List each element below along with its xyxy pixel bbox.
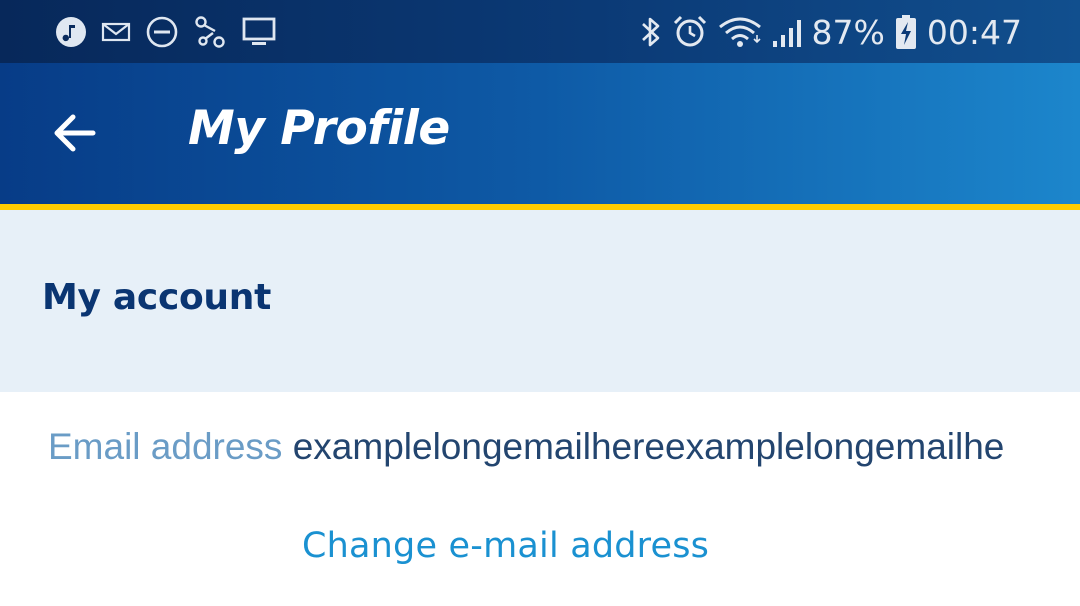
status-bar-system: 87% 00:47 — [630, 10, 1022, 54]
battery-percentage: 87% — [811, 12, 885, 52]
status-time: 00:47 — [926, 12, 1022, 52]
section-title: My account — [42, 277, 271, 318]
signal-icon — [772, 15, 802, 49]
wifi-icon — [718, 15, 762, 49]
bluetooth-icon — [640, 14, 662, 50]
email-value: examplelongemailhereexamplelongemailhe — [292, 426, 1005, 467]
app-bar: My Profile — [0, 63, 1080, 204]
email-row: Email address examplelongemailhereexampl… — [48, 424, 1040, 470]
change-email-link[interactable]: Change e-mail address — [302, 526, 709, 566]
do-not-disturb-icon — [145, 15, 179, 49]
screen-cast-icon — [241, 16, 277, 48]
mail-icon — [101, 20, 131, 44]
alarm-icon — [672, 14, 708, 50]
status-bar-notifications — [55, 14, 291, 50]
section-header: My account — [0, 210, 1080, 392]
email-label: Email address — [48, 426, 293, 467]
status-bar: 87% 00:47 — [0, 0, 1080, 63]
arrow-back-icon — [51, 110, 97, 161]
share-icon — [193, 15, 227, 49]
battery-charging-icon — [895, 14, 917, 50]
back-button[interactable] — [40, 101, 108, 169]
account-details: Email address examplelongemailhereexampl… — [0, 392, 1080, 606]
page-title: My Profile — [188, 101, 450, 156]
music-icon — [55, 16, 87, 48]
